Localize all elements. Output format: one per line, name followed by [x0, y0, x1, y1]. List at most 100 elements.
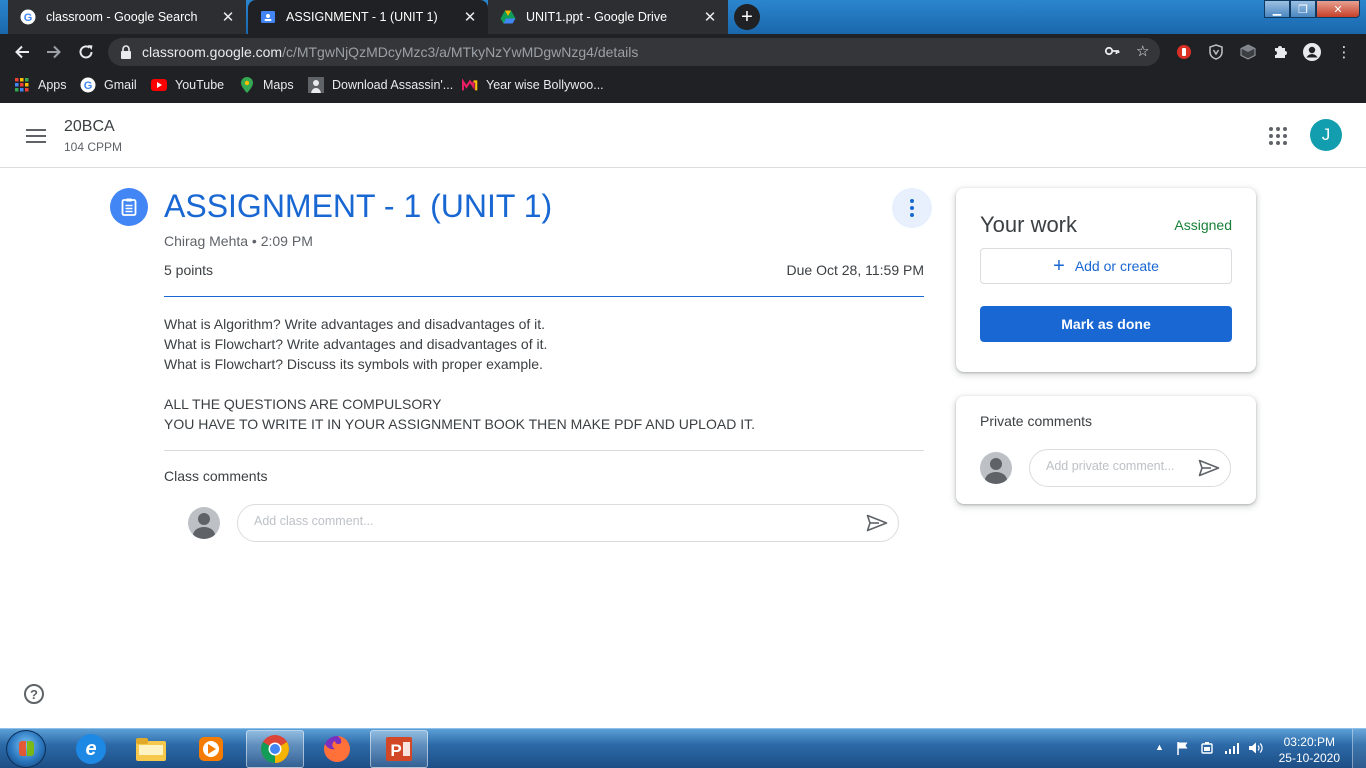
your-work-title: Your work: [980, 212, 1078, 237]
class-name[interactable]: 20BCA: [64, 118, 115, 136]
bookmark-youtube[interactable]: YouTube: [151, 77, 224, 93]
mark-as-done-button[interactable]: Mark as done: [980, 306, 1232, 342]
chrome-icon[interactable]: [246, 730, 304, 768]
tab-title: UNIT1.ppt - Google Drive: [526, 10, 668, 24]
bookmarks-bar: Apps G Gmail YouTube Maps Download Assas…: [0, 70, 1366, 103]
send-icon[interactable]: [1198, 459, 1220, 482]
bookmark-bollywood[interactable]: Year wise Bollywoo...: [462, 77, 604, 93]
start-button[interactable]: [6, 730, 46, 768]
power-icon[interactable]: [1200, 741, 1214, 758]
bookmark-star-icon[interactable]: ☆: [1136, 42, 1149, 60]
private-comment-box[interactable]: [1029, 449, 1231, 487]
private-comment-input[interactable]: [1046, 459, 1186, 473]
bookmark-maps[interactable]: Maps: [239, 77, 294, 93]
tab-google-search[interactable]: G classroom - Google Search ✕: [8, 0, 246, 34]
action-center-flag-icon[interactable]: [1176, 741, 1190, 758]
instruction-line: What is Algorithm? Write advantages and …: [164, 316, 546, 332]
class-comment-box[interactable]: [237, 504, 899, 542]
bookmark-label: Year wise Bollywoo...: [486, 78, 604, 92]
powerpoint-icon[interactable]: P: [370, 730, 428, 768]
firefox-icon[interactable]: [308, 730, 366, 768]
browser-menu-icon[interactable]: ⋮: [1333, 41, 1355, 63]
minimize-window-button[interactable]: ▁: [1264, 0, 1290, 18]
instruction-line: What is Flowchart? Discuss its symbols w…: [164, 356, 543, 372]
assignment-instructions: What is Algorithm? Write advantages and …: [164, 314, 924, 434]
add-or-create-button[interactable]: + Add or create: [980, 248, 1232, 284]
url-host: classroom.google.com: [142, 44, 283, 60]
class-comments-heading: Class comments: [164, 468, 268, 484]
new-tab-button[interactable]: +: [734, 4, 760, 30]
instruction-line: ALL THE QUESTIONS ARE COMPULSORY: [164, 396, 442, 412]
url-path: /c/MTgwNjQzMDcyMzc3/a/MTkyNzYwMDgwNzg4/d…: [282, 44, 639, 60]
key-icon[interactable]: [1104, 43, 1120, 63]
clock-time: 03:20:PM: [1283, 735, 1335, 749]
reload-icon[interactable]: [74, 40, 98, 64]
window-controls: ▁ ❐ ✕: [1264, 0, 1360, 18]
close-window-button[interactable]: ✕: [1316, 0, 1360, 18]
tab-assignment[interactable]: ASSIGNMENT - 1 (UNIT 1) ✕: [248, 0, 488, 34]
close-tab-icon[interactable]: ✕: [460, 7, 480, 27]
classroom-header: 20BCA 104 CPPM J: [0, 103, 1366, 168]
status-badge: Assigned: [1174, 217, 1232, 233]
m-logo-icon: [462, 77, 478, 93]
url-text: classroom.google.com/c/MTgwNjQzMDcyMzc3/…: [142, 44, 638, 60]
instruction-line: YOU HAVE TO WRITE IT IN YOUR ASSIGNMENT …: [164, 416, 755, 432]
main-menu-icon[interactable]: [26, 129, 46, 147]
signal-strength-icon[interactable]: [1224, 741, 1240, 758]
bookmark-label: Maps: [263, 78, 294, 92]
game-thumb-icon: [308, 77, 324, 93]
internet-explorer-icon[interactable]: e: [62, 730, 120, 768]
assignment-icon: [110, 188, 148, 226]
private-comments-card: Private comments: [956, 396, 1256, 504]
svg-text:G: G: [84, 80, 93, 92]
tab-title: classroom - Google Search: [46, 10, 198, 24]
google-apps-icon[interactable]: [1269, 127, 1287, 145]
bookmark-apps[interactable]: Apps: [14, 77, 67, 93]
send-icon[interactable]: [866, 514, 888, 537]
instruction-line: What is Flowchart? Write advantages and …: [164, 336, 548, 352]
class-comment-input[interactable]: [254, 514, 782, 528]
assignment-due-date: Due Oct 28, 11:59 PM: [786, 262, 924, 278]
maps-pin-icon: [239, 77, 255, 93]
user-avatar-icon: [188, 507, 220, 539]
bookmark-gmail[interactable]: G Gmail: [80, 77, 137, 93]
svg-text:P: P: [390, 741, 401, 760]
close-tab-icon[interactable]: ✕: [700, 7, 720, 27]
back-arrow-icon[interactable]: [10, 40, 34, 64]
bookmark-assassins[interactable]: Download Assassin'...: [308, 77, 453, 93]
assignment-points: 5 points: [164, 262, 214, 278]
your-work-card: Your work Assigned + Add or create Mark …: [956, 188, 1256, 372]
lock-icon[interactable]: [120, 45, 132, 64]
plus-icon: +: [1053, 255, 1065, 277]
instruction-line: [164, 374, 924, 394]
more-options-icon[interactable]: [892, 188, 932, 228]
file-explorer-icon[interactable]: [122, 730, 180, 768]
user-avatar-icon: [980, 452, 1012, 484]
cube-extension-icon[interactable]: [1237, 41, 1259, 63]
show-desktop-button[interactable]: [1352, 729, 1366, 768]
browser-tab-strip: G classroom - Google Search ✕ ASSIGNMENT…: [0, 0, 1366, 34]
volume-icon[interactable]: [1248, 741, 1264, 758]
help-icon[interactable]: ?: [24, 684, 44, 704]
windows-taskbar: e P ▲ 03:20:PM 25-10-2020: [0, 728, 1366, 768]
youtube-icon: [151, 77, 167, 93]
assignment-author-time: Chirag Mehta • 2:09 PM: [164, 233, 313, 249]
account-avatar[interactable]: J: [1310, 119, 1342, 151]
puzzle-extensions-icon[interactable]: [1269, 41, 1291, 63]
extension-red-icon[interactable]: [1173, 41, 1195, 63]
profile-icon[interactable]: [1301, 41, 1323, 63]
close-tab-icon[interactable]: ✕: [218, 7, 238, 27]
maximize-window-button[interactable]: ❐: [1290, 0, 1316, 18]
shield-extension-icon[interactable]: [1205, 41, 1227, 63]
drive-icon: [500, 9, 516, 25]
google-icon: G: [20, 9, 36, 25]
system-clock[interactable]: 03:20:PM 25-10-2020: [1279, 734, 1340, 766]
show-hidden-icons-icon[interactable]: ▲: [1155, 742, 1164, 752]
comments-divider: [164, 450, 924, 451]
media-player-icon[interactable]: [182, 730, 240, 768]
class-section: 104 CPPM: [64, 140, 123, 154]
bookmark-label: Apps: [38, 78, 67, 92]
address-bar[interactable]: classroom.google.com/c/MTgwNjQzMDcyMzc3/…: [108, 38, 1160, 66]
forward-arrow-icon[interactable]: [42, 40, 66, 64]
tab-google-drive[interactable]: UNIT1.ppt - Google Drive ✕: [488, 0, 728, 34]
